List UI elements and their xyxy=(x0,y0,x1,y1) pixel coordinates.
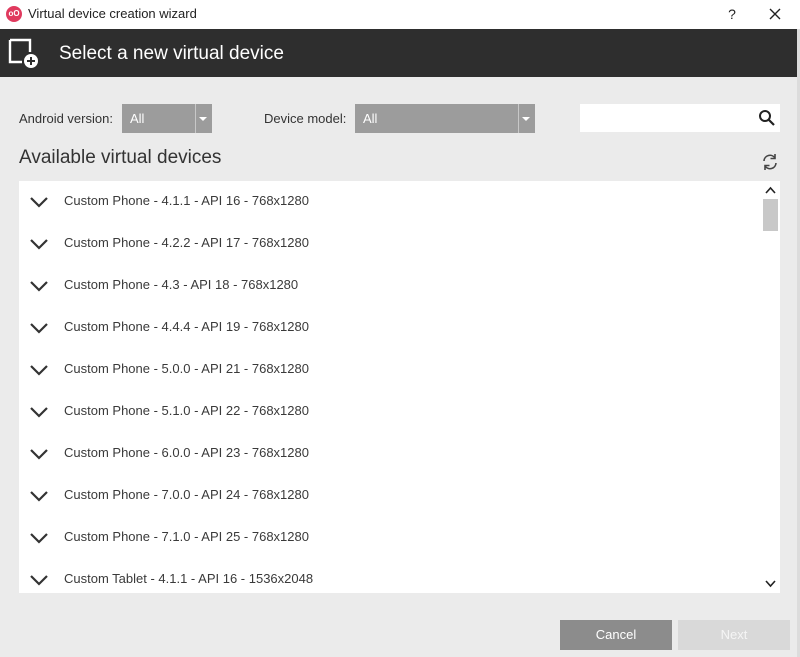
section-title: Available virtual devices xyxy=(19,147,222,168)
device-row[interactable]: Custom Phone - 5.1.0 - API 22 - 768x1280 xyxy=(19,391,761,433)
device-name: Custom Phone - 5.1.0 - API 22 - 768x1280 xyxy=(64,403,309,418)
chevron-down-icon[interactable] xyxy=(29,364,49,376)
close-icon xyxy=(769,8,781,20)
device-row[interactable]: Custom Phone - 7.0.0 - API 24 - 768x1280 xyxy=(19,475,761,517)
device-name: Custom Phone - 6.0.0 - API 23 - 768x1280 xyxy=(64,445,309,460)
device-name: Custom Phone - 7.0.0 - API 24 - 768x1280 xyxy=(64,487,309,502)
chevron-down-icon[interactable] xyxy=(29,238,49,250)
search-icon[interactable] xyxy=(758,109,776,127)
device-row[interactable]: Custom Phone - 5.0.0 - API 21 - 768x1280 xyxy=(19,349,761,391)
close-button[interactable] xyxy=(764,4,786,24)
device-model-select[interactable]: All xyxy=(355,104,535,133)
scrollbar[interactable] xyxy=(761,181,780,593)
device-row[interactable]: Custom Tablet - 4.1.1 - API 16 - 1536x20… xyxy=(19,559,761,593)
help-button[interactable]: ? xyxy=(724,4,740,24)
next-button[interactable]: Next xyxy=(678,620,790,650)
device-row[interactable]: Custom Phone - 4.2.2 - API 17 - 768x1280 xyxy=(19,223,761,265)
device-row[interactable]: Custom Phone - 4.3 - API 18 - 768x1280 xyxy=(19,265,761,307)
device-name: Custom Phone - 5.0.0 - API 21 - 768x1280 xyxy=(64,361,309,376)
title-bar: oO Virtual device creation wizard ? xyxy=(0,0,800,29)
device-name: Custom Phone - 4.2.2 - API 17 - 768x1280 xyxy=(64,235,309,250)
scroll-thumb[interactable] xyxy=(763,199,778,231)
device-model-label: Device model: xyxy=(264,111,347,126)
android-version-select[interactable]: All xyxy=(122,104,212,133)
chevron-down-icon[interactable] xyxy=(29,406,49,418)
device-row[interactable]: Custom Phone - 6.0.0 - API 23 - 768x1280 xyxy=(19,433,761,475)
page-title: Select a new virtual device xyxy=(59,43,284,64)
device-name: Custom Phone - 7.1.0 - API 25 - 768x1280 xyxy=(64,529,309,544)
device-model-value: All xyxy=(363,111,378,126)
device-row[interactable]: Custom Phone - 4.1.1 - API 16 - 768x1280 xyxy=(19,181,761,223)
cancel-button[interactable]: Cancel xyxy=(560,620,672,650)
chevron-down-icon[interactable] xyxy=(29,532,49,544)
chevron-down-icon[interactable] xyxy=(29,574,49,586)
app-logo-icon: oO xyxy=(6,6,22,22)
device-name: Custom Phone - 4.4.4 - API 19 - 768x1280 xyxy=(64,319,309,334)
chevron-down-icon xyxy=(522,117,530,121)
android-version-label: Android version: xyxy=(19,111,113,126)
window-title: Virtual device creation wizard xyxy=(28,6,197,21)
device-row[interactable]: Custom Phone - 4.4.4 - API 19 - 768x1280 xyxy=(19,307,761,349)
chevron-down-icon[interactable] xyxy=(29,448,49,460)
scroll-up-icon[interactable] xyxy=(764,185,777,195)
add-device-icon xyxy=(8,38,38,68)
device-list: Custom Phone - 4.1.1 - API 16 - 768x1280… xyxy=(19,181,761,593)
search-input[interactable] xyxy=(580,104,780,132)
chevron-down-icon[interactable] xyxy=(29,280,49,292)
device-row[interactable]: Custom Phone - 7.1.0 - API 25 - 768x1280 xyxy=(19,517,761,559)
chevron-down-icon[interactable] xyxy=(29,196,49,208)
chevron-down-icon[interactable] xyxy=(29,490,49,502)
chevron-down-icon xyxy=(199,117,207,121)
device-name: Custom Tablet - 4.1.1 - API 16 - 1536x20… xyxy=(64,571,314,586)
refresh-icon[interactable] xyxy=(761,153,779,171)
device-name: Custom Phone - 4.1.1 - API 16 - 768x1280 xyxy=(64,193,309,208)
device-name: Custom Phone - 4.3 - API 18 - 768x1280 xyxy=(64,277,299,292)
android-version-value: All xyxy=(130,111,145,126)
chevron-down-icon[interactable] xyxy=(29,322,49,334)
scroll-down-icon[interactable] xyxy=(764,579,777,589)
